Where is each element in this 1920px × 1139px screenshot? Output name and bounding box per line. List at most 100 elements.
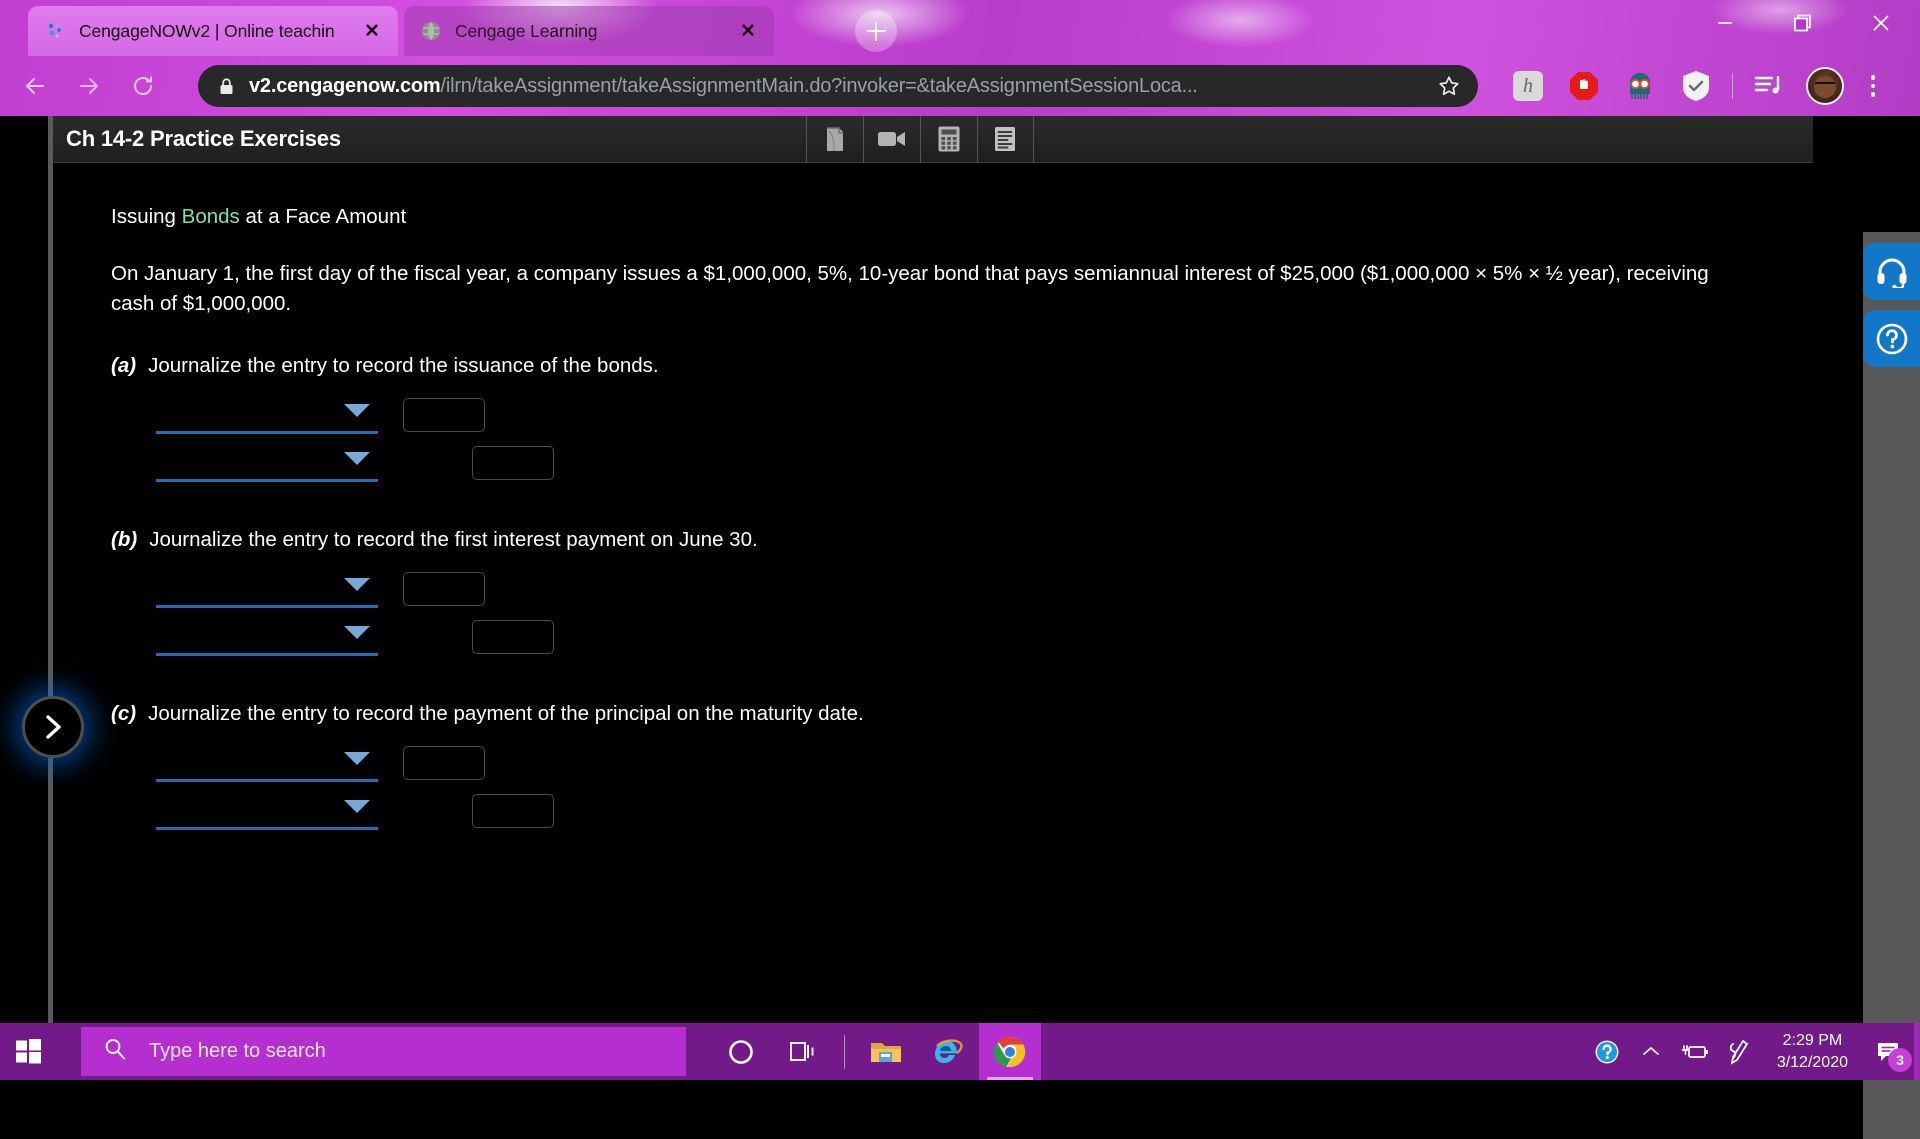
search-input[interactable]: Type here to search <box>81 1027 686 1076</box>
back-icon[interactable] <box>8 59 62 113</box>
tab-title: Cengage Learning <box>455 21 730 42</box>
chevron-down-icon <box>344 752 370 765</box>
credit-amount-input[interactable] <box>472 446 554 480</box>
tab-strip: CengageNOWv2 | Online teachin ✕ Cengage … <box>0 0 1920 56</box>
debit-amount-input[interactable] <box>403 746 485 780</box>
minimize-icon[interactable] <box>1686 0 1764 46</box>
file-explorer-icon[interactable] <box>855 1023 917 1080</box>
start-button[interactable] <box>0 1023 57 1080</box>
debit-amount-input[interactable] <box>403 398 485 432</box>
lock-icon <box>218 77 236 96</box>
journal-row <box>111 618 1813 666</box>
credit-amount-input[interactable] <box>472 620 554 654</box>
journal-row <box>111 570 1813 618</box>
exercise-heading: Issuing Bonds at a Face Amount <box>111 205 1813 229</box>
taskbar-clock[interactable]: 2:29 PM 3/12/2020 <box>1761 1023 1864 1080</box>
browser-tab-active[interactable]: CengageNOWv2 | Online teachin ✕ <box>28 6 398 56</box>
show-hidden-icons-icon[interactable] <box>1629 1023 1673 1080</box>
new-tab-button[interactable] <box>855 10 897 52</box>
help-tray-icon[interactable] <box>1585 1023 1629 1080</box>
chevron-down-icon <box>344 800 370 813</box>
account-select-debit[interactable] <box>156 744 378 782</box>
window-controls <box>1686 0 1920 46</box>
account-select-debit[interactable] <box>156 396 378 434</box>
glossary-term-link[interactable]: Bonds <box>182 205 240 228</box>
avatar[interactable] <box>1797 58 1853 114</box>
clock-date: 3/12/2020 <box>1777 1052 1848 1074</box>
pen-workspace-icon[interactable] <box>1717 1023 1761 1080</box>
chevron-right-icon <box>40 711 66 743</box>
page-title: Ch 14-2 Practice Exercises <box>66 126 341 152</box>
exercise-scenario-text: On January 1, the first day of the fisca… <box>111 259 1736 318</box>
grammarly-character-extension-icon[interactable] <box>1612 58 1668 114</box>
notification-badge: 3 <box>1888 1048 1912 1072</box>
debit-amount-input[interactable] <box>403 572 485 606</box>
tab-title: CengageNOWv2 | Online teachin <box>79 21 354 42</box>
account-select-debit[interactable] <box>156 570 378 608</box>
chrome-browser-window: CengageNOWv2 | Online teachin ✕ Cengage … <box>0 0 1920 1023</box>
task-view-icon[interactable] <box>772 1023 834 1080</box>
url-text: v2.cengagenow.com/ilrn/takeAssignment/ta… <box>249 75 1432 98</box>
battery-charging-icon[interactable] <box>1673 1023 1717 1080</box>
page-viewport: Ch 14-2 Practice Exercises <box>0 116 1920 1023</box>
journal-entry-rows <box>111 744 1813 840</box>
internet-explorer-icon[interactable] <box>917 1023 979 1080</box>
windows-taskbar: Type here to search <box>0 1023 1920 1080</box>
shield-checkmark-extension-icon[interactable] <box>1668 58 1724 114</box>
exercise-body: Issuing Bonds at a Face Amount On Januar… <box>53 163 1813 1023</box>
heading-prefix: Issuing <box>111 205 182 228</box>
chevron-down-icon <box>344 404 370 417</box>
close-icon[interactable]: ✕ <box>736 19 760 43</box>
taskbar-edge <box>1914 1023 1920 1080</box>
extensions-area: h <box>1500 56 1893 116</box>
forward-icon[interactable] <box>62 59 116 113</box>
support-headset-icon[interactable] <box>1863 243 1920 300</box>
expand-panel-button[interactable] <box>22 696 84 758</box>
exercise-part-c: (c) Journalize the entry to record the p… <box>111 702 1813 840</box>
close-icon[interactable] <box>1842 0 1920 46</box>
journal-entry-rows <box>111 396 1813 492</box>
maximize-restore-icon[interactable] <box>1764 0 1842 46</box>
part-prompt: (c) Journalize the entry to record the p… <box>111 702 1813 726</box>
cengage-globe-icon <box>420 20 442 42</box>
url-host: v2.cengagenow.com <box>249 75 440 97</box>
chevron-down-icon <box>344 452 370 465</box>
part-letter: (a) <box>111 354 136 378</box>
journal-row <box>111 396 1813 444</box>
adblock-extension-icon[interactable] <box>1556 58 1612 114</box>
chevron-down-icon <box>344 626 370 639</box>
media-playlist-icon[interactable] <box>1741 58 1797 114</box>
help-question-icon[interactable] <box>1863 310 1920 367</box>
bookmark-star-icon[interactable] <box>1432 74 1466 98</box>
url-path: /ilrn/takeAssignment/takeAssignmentMain.… <box>440 75 1197 97</box>
assignment-header: Ch 14-2 Practice Exercises <box>53 116 1813 163</box>
heading-suffix: at a Face Amount <box>240 205 406 228</box>
clock-time: 2:29 PM <box>1783 1030 1843 1052</box>
google-chrome-icon[interactable] <box>979 1023 1041 1080</box>
reload-icon[interactable] <box>116 59 170 113</box>
notes-icon[interactable] <box>977 116 1034 163</box>
journal-entry-rows <box>111 570 1813 666</box>
credit-amount-input[interactable] <box>472 794 554 828</box>
cortana-icon[interactable] <box>710 1023 772 1080</box>
chrome-menu-icon[interactable] <box>1853 58 1893 114</box>
account-select-credit[interactable] <box>156 792 378 830</box>
ebook-icon[interactable] <box>806 116 863 163</box>
close-icon[interactable]: ✕ <box>360 19 384 43</box>
search-icon <box>103 1037 127 1066</box>
notification-center-button[interactable]: 3 <box>1864 1023 1914 1080</box>
browser-tab-inactive[interactable]: Cengage Learning ✕ <box>404 6 774 56</box>
journal-row <box>111 444 1813 492</box>
account-select-credit[interactable] <box>156 444 378 482</box>
part-prompt: (a) Journalize the entry to record the i… <box>111 354 1813 378</box>
calculator-icon[interactable] <box>920 116 977 163</box>
address-bar[interactable]: v2.cengagenow.com/ilrn/takeAssignment/ta… <box>198 65 1478 107</box>
account-select-credit[interactable] <box>156 618 378 656</box>
chevron-down-icon <box>344 578 370 591</box>
honey-extension-icon[interactable]: h <box>1500 58 1556 114</box>
toolbar-divider <box>1732 73 1733 99</box>
video-icon[interactable] <box>863 116 920 163</box>
cengage-now-icon <box>44 20 66 42</box>
journal-row <box>111 744 1813 792</box>
assignment-tools <box>806 116 1034 163</box>
